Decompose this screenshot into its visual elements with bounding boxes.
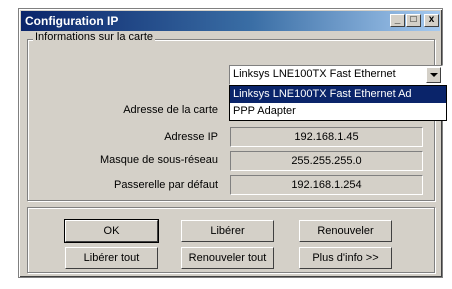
title-bar[interactable]: Configuration IP _ □ x	[21, 11, 440, 31]
ip-address-label: Adresse IP	[164, 131, 218, 143]
adapter-select[interactable]: Linksys LNE100TX Fast Ethernet	[229, 65, 443, 85]
adapter-option[interactable]: PPP Adapter	[230, 103, 446, 120]
release-button[interactable]: Libérer	[181, 220, 274, 242]
mac-address-label: Adresse de la carte	[123, 104, 218, 116]
release-all-button[interactable]: Libérer tout	[65, 247, 158, 269]
renew-button[interactable]: Renouveler	[299, 220, 392, 242]
close-button[interactable]: x	[424, 14, 439, 27]
more-info-button[interactable]: Plus d'info >>	[299, 247, 392, 269]
subnet-mask-label: Masque de sous-réseau	[99, 154, 218, 166]
ip-address-value: 192.168.1.45	[230, 127, 423, 147]
adapter-select-value: Linksys LNE100TX Fast Ethernet	[233, 68, 396, 80]
group-label: Informations sur la carte	[33, 31, 155, 43]
ok-button[interactable]: OK	[64, 219, 159, 243]
ip-config-window: Configuration IP _ □ x Informations sur …	[18, 8, 447, 278]
chevron-down-icon[interactable]	[426, 67, 441, 83]
gateway-label: Passerelle par défaut	[114, 179, 218, 191]
maximize-button[interactable]: □	[406, 14, 421, 27]
gateway-value: 192.168.1.254	[230, 175, 423, 195]
window-title: Configuration IP	[25, 14, 119, 28]
subnet-mask-value: 255.255.255.0	[230, 151, 423, 171]
minimize-button[interactable]: _	[390, 14, 405, 27]
adapter-dropdown-list: Linksys LNE100TX Fast Ethernet Ad PPP Ad…	[229, 85, 447, 121]
renew-all-button[interactable]: Renouveler tout	[181, 247, 274, 269]
adapter-option[interactable]: Linksys LNE100TX Fast Ethernet Ad	[230, 86, 446, 103]
